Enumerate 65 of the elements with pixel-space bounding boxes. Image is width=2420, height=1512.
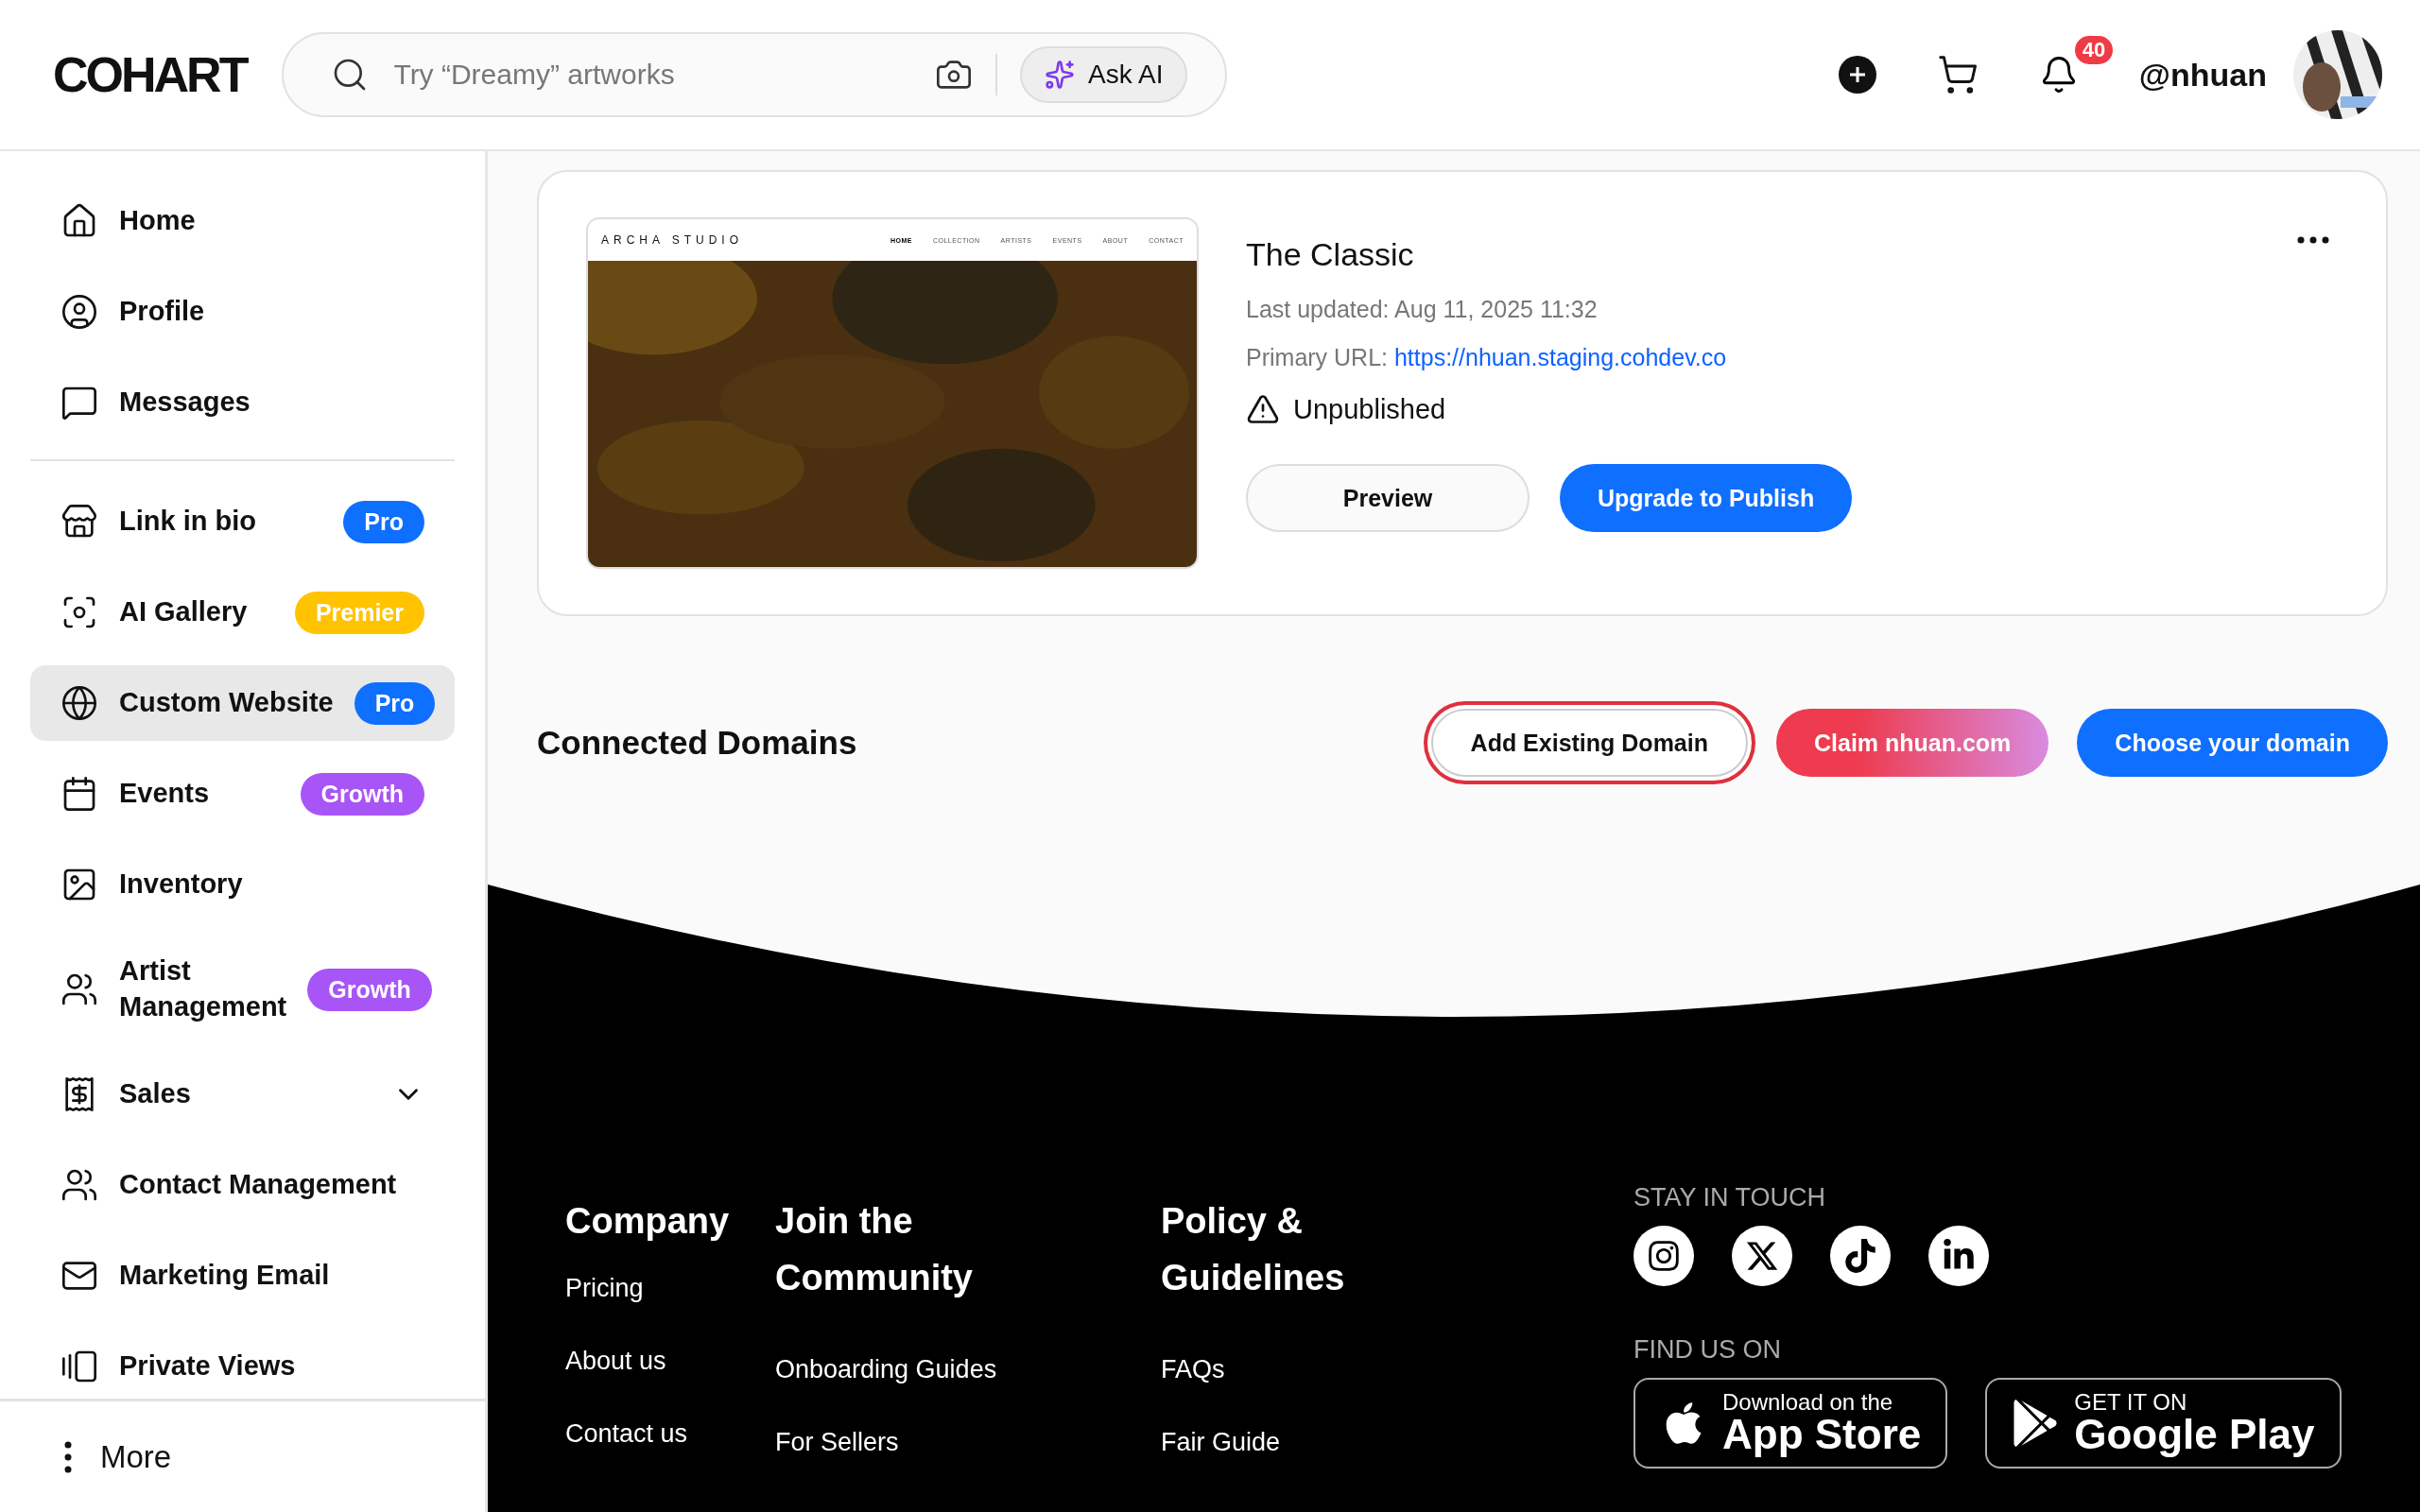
store-badge[interactable]: GET IT ON Google Play (1985, 1378, 2342, 1469)
search-field[interactable]: Try “Dreamy” artworks Ask AI (282, 32, 1228, 117)
publish-button[interactable]: Upgrade to Publish (1560, 464, 1853, 532)
store-name: Google Play (2074, 1414, 2315, 1455)
footer-link[interactable]: Pricing (565, 1274, 775, 1303)
more-menu[interactable]: More (0, 1399, 485, 1512)
plan-badge: Growth (300, 772, 424, 816)
preview-button[interactable]: Preview (1246, 464, 1530, 532)
sidebar-item[interactable]: Messages (30, 365, 455, 440)
footer-link[interactable]: About us (565, 1347, 775, 1376)
sidebar-item[interactable]: Events Growth (30, 756, 455, 832)
footer-heading: Join the Community (775, 1200, 974, 1299)
url-link[interactable]: https://nhuan.staging.cohdev.co (1393, 344, 1727, 370)
store-badge[interactable]: Download on the App Store (1634, 1378, 1948, 1469)
tiktok-icon (1843, 1239, 1877, 1273)
sidebar-item[interactable]: Contact Management (30, 1147, 455, 1223)
domain-button[interactable]: Choose your domain (2077, 709, 2388, 777)
more-options-button[interactable] (2297, 236, 2329, 244)
store-caption: GET IT ON (2074, 1391, 2188, 1414)
ask-ai-button[interactable]: Ask AI (1020, 46, 1188, 103)
ellipsis-icon (2297, 236, 2329, 244)
store-caption: Download on the (1722, 1391, 1894, 1414)
plan-badge: Growth (307, 968, 432, 1011)
sidebar-item[interactable]: Sales (30, 1057, 455, 1132)
plan-badge: Pro (343, 500, 424, 543)
footer-heading: Company (565, 1200, 731, 1243)
section-title: Connected Domains (537, 724, 858, 762)
domain-button[interactable]: Claim nhuan.com (1776, 709, 2049, 777)
sidebar-item[interactable]: Inventory (30, 847, 455, 922)
footer-heading: Policy & Guidelines (1161, 1200, 1346, 1299)
cart-icon[interactable] (1936, 54, 1979, 95)
sidebar-item[interactable]: Link in bio Pro (30, 484, 455, 559)
primary-url: Primary URL: https://nhuan.staging.cohdev.co (1246, 344, 1728, 371)
footer-link[interactable]: Fair Guide (1161, 1428, 1634, 1457)
website-title: The Classic (1246, 236, 1415, 273)
sidebar-item[interactable]: Custom Website Pro (30, 665, 455, 741)
add-icon[interactable] (1838, 56, 1876, 94)
sidebar-item[interactable]: Profile (30, 274, 455, 350)
sidebar-item[interactable]: AI Gallery Premier (30, 575, 455, 650)
sparkles-icon (1045, 60, 1076, 90)
sidebar-item[interactable]: Marketing Email (30, 1238, 455, 1314)
more-icon (64, 1440, 72, 1473)
user-circle-icon (60, 293, 98, 331)
footer-link[interactable]: FAQs (1161, 1355, 1634, 1384)
store-name: App Store (1722, 1414, 1922, 1455)
x-icon (1745, 1239, 1779, 1273)
section-label: FIND US ON (1634, 1335, 1782, 1365)
section-label: STAY IN TOUCH (1634, 1183, 1827, 1212)
site-brand: ARCHA STUDIO (601, 233, 744, 247)
footer-link[interactable]: Onboarding Guides (775, 1355, 1161, 1384)
warning-icon (1246, 392, 1280, 426)
status-text: Unpublished (1293, 393, 1446, 425)
plan-badge: Pro (354, 681, 436, 725)
last-updated: Last updated: Aug 11, 2025 11:32 (1246, 296, 1599, 323)
notification-count: 40 (2072, 34, 2116, 66)
footer-link[interactable]: Contact us (565, 1419, 775, 1449)
sidebar-item[interactable]: Artist Management Growth (30, 937, 455, 1041)
globe-icon (60, 684, 98, 722)
sidebar-item[interactable]: Home (30, 183, 455, 259)
username[interactable]: @nhuan (2138, 56, 2267, 94)
instagram-icon (1647, 1239, 1681, 1273)
sidebar-item[interactable]: Private Views (30, 1329, 455, 1399)
logo[interactable]: COHART (53, 50, 247, 99)
plan-badge: Premier (294, 591, 424, 634)
footer-link[interactable]: For Sellers (775, 1428, 1161, 1457)
